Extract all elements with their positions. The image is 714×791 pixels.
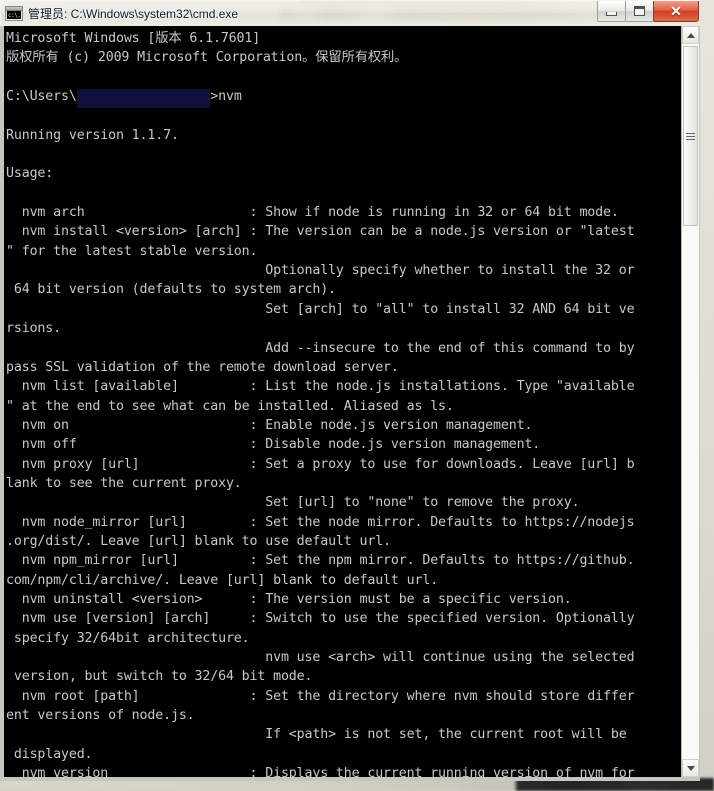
console-line: Set [arch] to "all" to install 32 AND 64… [6, 301, 635, 317]
console-line: displayed. [6, 746, 93, 762]
console-line: .org/dist/. Leave [url] blank to use def… [6, 533, 391, 549]
console-line: nvm list [available] : List the node.js … [6, 379, 635, 395]
console-line: 版权所有 (c) 2009 Microsoft Corporation。保留所有… [6, 50, 408, 66]
console-line: " at the end to see what can be installe… [6, 398, 454, 414]
command-prompt-window: c:\. 管理员: C:\Windows\system32\cmd.exe ✕ … [0, 0, 700, 784]
console-line: Usage: [6, 166, 54, 182]
console-line: Set [url] to "none" to remove the proxy. [6, 495, 580, 511]
close-button[interactable]: ✕ [653, 1, 699, 22]
console-line: nvm use [version] [arch] : Switch to use… [6, 611, 635, 627]
console-line: nvm use <arch> will continue using the s… [6, 650, 635, 665]
console-scrollbar[interactable] [681, 26, 699, 777]
typed-command: nvm [218, 89, 242, 105]
console-output[interactable]: Microsoft Windows [版本 6.1.7601] 版权所有 (c) … [4, 26, 681, 777]
console-line: version, but switch to 32/64 bit mode. [6, 669, 313, 685]
prompt-prefix: C:\Users\ [6, 89, 77, 105]
scrollbar-thumb-grip-icon [686, 132, 695, 140]
console-line: com/npm/cli/archive/. Leave [url] blank … [6, 572, 439, 588]
console-line: nvm install <version> [arch] : The versi… [6, 224, 635, 240]
console-line: rsions. [6, 321, 61, 337]
console-line: 64 bit version (defaults to system arch)… [6, 282, 336, 298]
scrollbar-thumb[interactable] [683, 46, 698, 226]
console-line: Microsoft Windows [版本 6.1.7601] [6, 31, 261, 46]
console-line: nvm off : Disable node.js version manage… [6, 437, 541, 453]
console-line: nvm uninstall <version> : The version mu… [6, 591, 572, 607]
maximize-button[interactable] [625, 1, 654, 22]
console-line: pass SSL validation of the remote downlo… [6, 359, 399, 375]
minimize-button[interactable] [597, 1, 626, 22]
prompt-suffix: > [210, 89, 219, 105]
console-line: C:\Users\ >nvm [6, 87, 681, 109]
console-line: " for the latest stable version. [6, 243, 258, 259]
redacted-username [76, 89, 211, 109]
console-line: If <path> is not set, the current root w… [6, 727, 627, 743]
console-line: nvm proxy [url] : Set a proxy to use for… [6, 456, 635, 472]
console-line: Optionally specify whether to install th… [6, 263, 635, 279]
console-line: nvm on : Enable node.js version manageme… [6, 417, 533, 433]
scroll-down-button[interactable] [682, 759, 699, 777]
console-line: Add --insecure to the end of this comman… [6, 340, 635, 356]
window-controls: ✕ [597, 1, 699, 23]
console-line: nvm node_mirror [url] : Set the node mir… [6, 514, 635, 530]
console-line: Running version 1.1.7. [6, 127, 179, 143]
console-icon-screen: c:\. [7, 11, 21, 19]
scroll-up-arrow-icon [686, 32, 695, 38]
console-icon: c:\. [5, 6, 23, 21]
console-line: specify 32/64bit architecture. [6, 630, 250, 646]
scroll-down-arrow-icon [686, 765, 695, 771]
window-titlebar[interactable]: c:\. 管理员: C:\Windows\system32\cmd.exe ✕ [0, 0, 700, 26]
scroll-up-button[interactable] [682, 26, 699, 44]
console-line: nvm arch : Show if node is running in 32… [6, 205, 619, 221]
window-title: 管理员: C:\Windows\system32\cmd.exe [28, 7, 239, 21]
scrollbar-track[interactable] [682, 44, 699, 759]
console-client-area[interactable]: Microsoft Windows [版本 6.1.7601] 版权所有 (c) … [0, 26, 700, 781]
console-line: nvm npm_mirror [url] : Set the npm mirro… [6, 553, 635, 569]
console-line: nvm root [path] : Set the directory wher… [6, 688, 635, 704]
console-line: nvm version : Displays the current runni… [6, 766, 635, 777]
console-line: ent versions of node.js. [6, 708, 195, 724]
console-line: lank to see the current proxy. [6, 475, 242, 491]
